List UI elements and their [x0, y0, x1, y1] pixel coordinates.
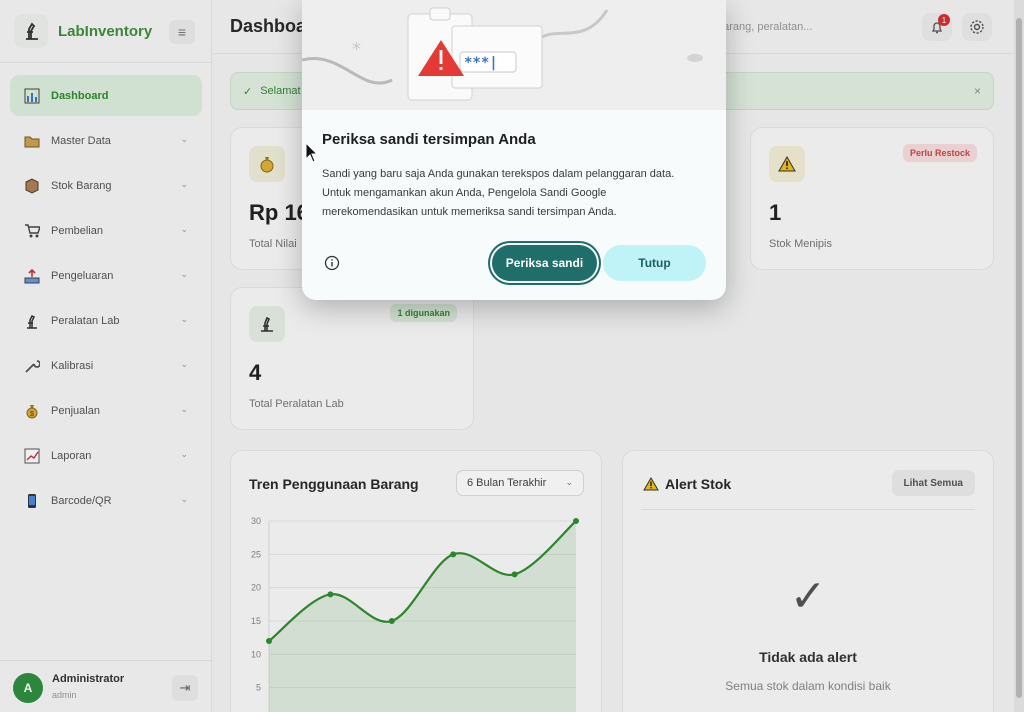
password-warning-illustration: * ***|	[302, 7, 703, 101]
close-button[interactable]: Tutup	[603, 245, 706, 281]
password-mask-text: ***|	[464, 55, 498, 71]
info-icon[interactable]	[323, 254, 341, 272]
dialog-illustration: * ***|	[302, 0, 726, 110]
password-check-dialog: * ***| Periksa sandi tersimpan Anda Sand…	[302, 0, 726, 300]
check-passwords-button[interactable]: Periksa sandi	[492, 245, 597, 281]
dialog-body: Sandi yang baru saja Anda gunakan tereks…	[322, 168, 675, 218]
svg-text:*: *	[352, 39, 361, 60]
dialog-title: Periksa sandi tersimpan Anda	[322, 131, 536, 148]
mouse-cursor-icon	[305, 142, 319, 163]
